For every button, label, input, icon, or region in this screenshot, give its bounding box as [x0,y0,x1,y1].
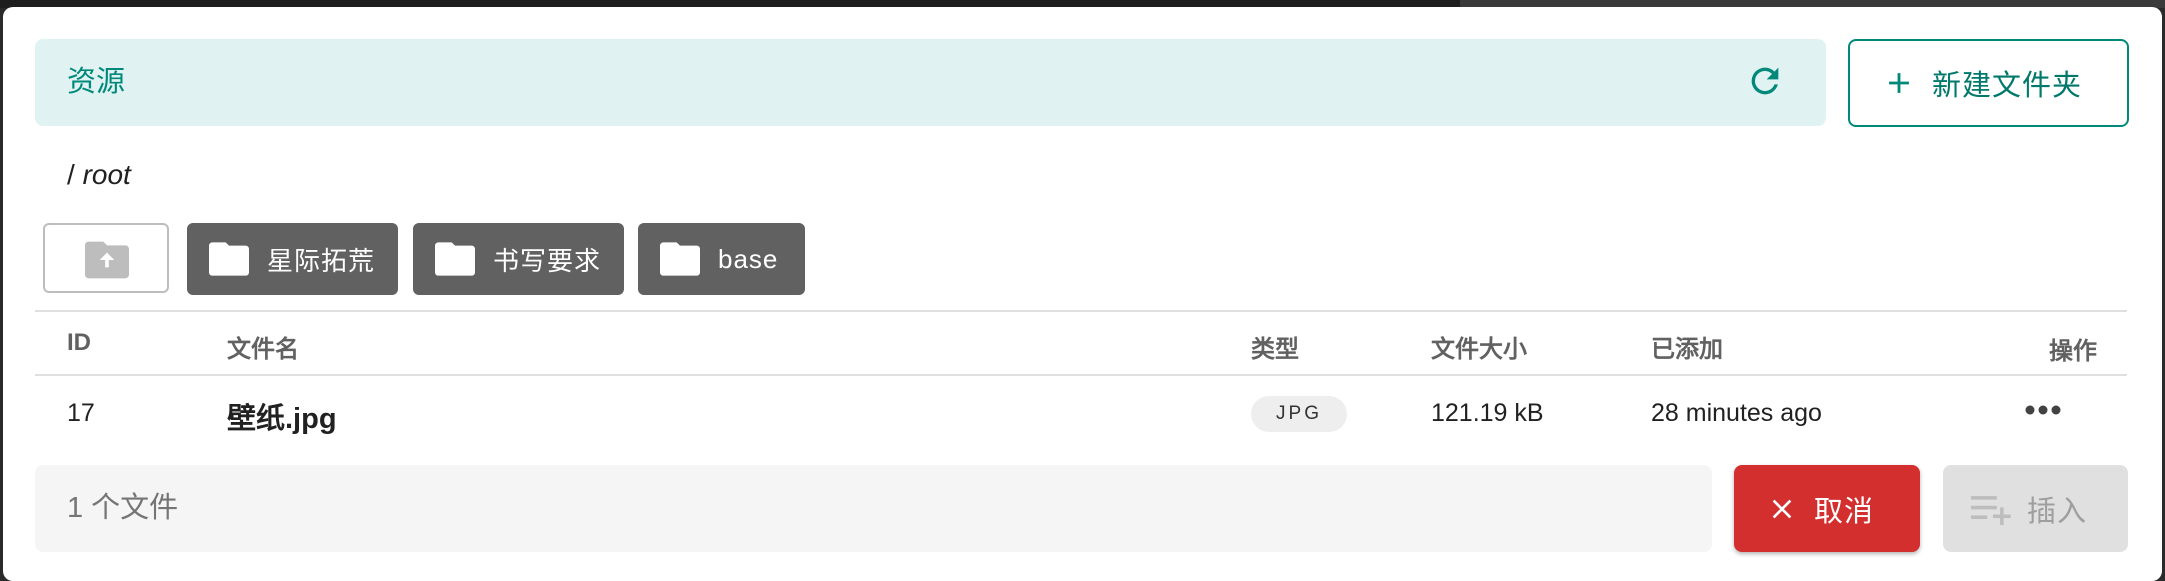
folder-name: 星际拓荒 [267,245,376,276]
column-header-added[interactable]: 已添加 [1651,329,1723,364]
new-folder-button[interactable]: 新建文件夹 [1848,39,2129,127]
cell-added: 28 minutes ago [1651,399,1822,427]
parent-folder-button[interactable] [43,223,169,293]
breadcrumb: / root [67,159,131,191]
column-header-size[interactable]: 文件大小 [1431,329,1527,364]
refresh-icon[interactable] [1745,61,1785,101]
insert-button[interactable]: 插入 [1943,465,2128,552]
column-header-id[interactable]: ID [67,329,91,357]
column-header-name[interactable]: 文件名 [227,329,299,364]
cancel-label: 取消 [1814,495,1875,528]
page-title: 资源 [67,66,126,98]
folder-chip[interactable]: base [638,223,805,295]
folder-name: base [718,243,779,274]
column-header-actions: 操作 [2049,338,2097,365]
folder-name: 书写要求 [493,245,602,276]
cell-filename[interactable]: 壁纸.jpg [227,395,337,437]
resource-dialog: 资源 新建文件夹 / root 星际拓荒 书写要求 base ID 文件名 类型… [3,7,2162,581]
plus-icon [1889,73,1909,93]
insert-label: 插入 [2027,495,2088,528]
file-count: 1 个文件 [67,492,179,524]
table-divider [35,310,2127,312]
new-folder-label: 新建文件夹 [1932,70,2083,102]
playlist-add-icon [1971,495,2011,525]
folder-upload-icon [85,241,129,279]
footer-status: 1 个文件 [35,465,1712,552]
column-header-type[interactable]: 类型 [1251,329,1299,364]
folder-chip[interactable]: 书写要求 [413,223,624,295]
folder-icon [660,242,700,276]
cancel-button[interactable]: 取消 [1734,465,1920,552]
cell-id: 17 [67,399,95,427]
breadcrumb-current[interactable]: root [83,159,131,190]
type-badge: JPG [1251,396,1347,432]
folder-icon [435,242,475,276]
folder-icon [209,242,249,276]
resource-header: 资源 [35,39,1826,126]
cell-size: 121.19 kB [1431,399,1544,427]
more-actions-icon[interactable] [2023,402,2063,418]
close-icon [1772,499,1792,518]
folder-chip[interactable]: 星际拓荒 [187,223,398,295]
breadcrumb-separator: / [67,159,75,190]
table-header-divider [35,374,2127,376]
